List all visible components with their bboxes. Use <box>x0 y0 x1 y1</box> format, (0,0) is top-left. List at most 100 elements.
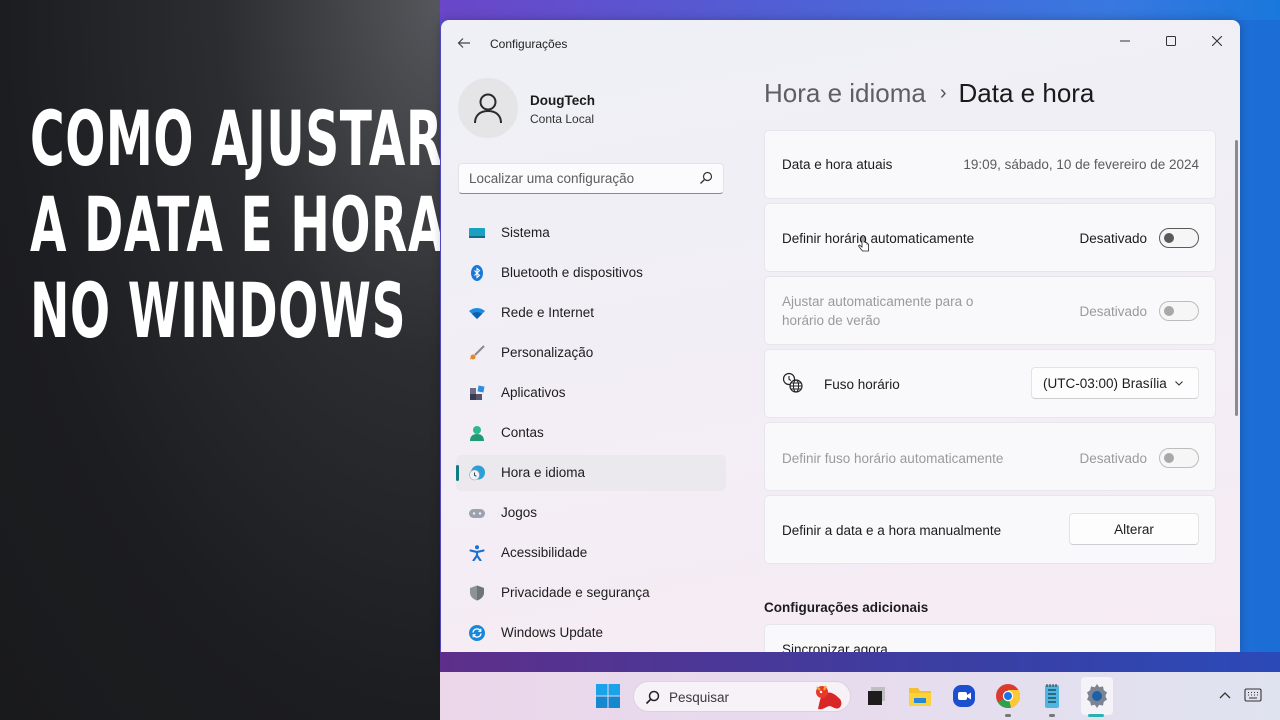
chrome-icon[interactable] <box>994 682 1022 710</box>
change-datetime-button[interactable]: Alterar <box>1069 513 1199 545</box>
sidebar-item-personalizacao[interactable]: Personalização <box>456 335 726 371</box>
dragon-highlight-icon <box>816 685 842 710</box>
keyboard-icon[interactable] <box>1244 688 1262 702</box>
title-bar: Configurações <box>441 20 1240 68</box>
breadcrumb: Hora e idioma › Data e hora <box>764 78 1094 114</box>
wifi-icon <box>469 308 485 319</box>
sidebar-item-label: Personalização <box>501 345 594 360</box>
notepad-icon[interactable] <box>1038 682 1066 710</box>
close-icon <box>1211 35 1223 47</box>
page-title: Data e hora <box>958 78 1095 108</box>
toggle-knob <box>1164 233 1174 243</box>
minimize-button[interactable] <box>1102 26 1148 56</box>
minimize-icon <box>1120 40 1130 42</box>
video-overlay-panel: COMO AJUSTAR A DATA E HORA NO WINDOWS <box>0 0 446 720</box>
auto-timezone-card: Definir fuso horário automaticamente Des… <box>764 422 1216 491</box>
taskbar-search[interactable]: Pesquisar <box>633 681 851 712</box>
search-input[interactable] <box>469 164 689 193</box>
manual-datetime-label: Definir a data e a hora manualmente <box>782 523 1002 538</box>
avatar <box>458 78 518 138</box>
update-icon <box>469 625 485 641</box>
accounts-icon <box>470 426 484 441</box>
settings-gear-icon[interactable] <box>1083 682 1111 710</box>
auto-time-label: Definir horário automaticamente <box>782 231 975 246</box>
sidebar-item-label: Privacidade e segurança <box>501 585 650 600</box>
running-indicator <box>1005 714 1011 717</box>
sidebar-item-aplicativos[interactable]: Aplicativos <box>456 375 726 411</box>
user-name: DougTech <box>530 93 595 108</box>
additional-settings-heading: Configurações adicionais <box>764 600 929 615</box>
accessibility-icon <box>469 545 485 561</box>
arrow-left-icon <box>457 38 470 48</box>
current-datetime-card: Data e hora atuais 19:09, sábado, 10 de … <box>764 130 1216 199</box>
auto-time-state: Desativado <box>1079 231 1147 246</box>
overlay-title: COMO AJUSTAR A DATA E HORA NO WINDOWS <box>30 94 446 355</box>
task-view-icon[interactable] <box>863 682 891 710</box>
overlay-title-line: COMO AJUSTAR <box>30 94 443 183</box>
sidebar-item-windows-update[interactable]: Windows Update <box>456 615 726 651</box>
sidebar-item-sistema[interactable]: Sistema <box>456 215 726 251</box>
auto-time-card: Definir horário automaticamente Desativa… <box>764 203 1216 272</box>
maximize-icon <box>1166 36 1176 46</box>
settings-window: Configurações DougTech Conta Local Siste… <box>441 20 1240 652</box>
sidebar-item-label: Aplicativos <box>501 385 566 400</box>
system-icon <box>469 228 485 238</box>
sidebar-item-rede[interactable]: Rede e Internet <box>456 295 726 331</box>
sidebar-item-label: Rede e Internet <box>501 305 595 320</box>
overlay-title-line: NO WINDOWS <box>30 266 407 355</box>
overlay-title-line: A DATA E HORA <box>30 180 446 269</box>
person-icon <box>474 93 502 124</box>
sidebar-item-label: Windows Update <box>501 625 604 640</box>
sync-now-card: Sincronizar agora <box>764 624 1216 652</box>
sidebar-item-label: Hora e idioma <box>501 465 586 480</box>
breadcrumb-parent[interactable]: Hora e idioma <box>764 78 926 108</box>
auto-timezone-toggle[interactable] <box>1159 448 1199 468</box>
sidebar-item-hora-idioma[interactable]: Hora e idioma <box>456 455 726 491</box>
apps-icon <box>470 385 485 400</box>
sidebar-item-label: Jogos <box>501 505 538 520</box>
search-icon[interactable] <box>699 171 713 185</box>
toggle-knob <box>1164 453 1174 463</box>
running-indicator <box>1049 714 1055 717</box>
dst-label-line2: horário de verão <box>782 313 881 328</box>
sidebar-item-privacidade[interactable]: Privacidade e segurança <box>456 575 726 611</box>
settings-content: Data e hora atuais 19:09, sábado, 10 de … <box>764 130 1216 652</box>
settings-search[interactable] <box>458 163 724 194</box>
mouse-cursor-icon <box>858 235 869 252</box>
current-datetime-label: Data e hora atuais <box>782 157 893 172</box>
chevron-down-icon <box>1175 381 1183 386</box>
sidebar-item-label: Contas <box>501 425 544 440</box>
sidebar-item-contas[interactable]: Contas <box>456 415 726 451</box>
meet-icon[interactable] <box>950 682 978 710</box>
timezone-dropdown[interactable]: (UTC-03:00) Brasília <box>1031 367 1199 399</box>
dst-card: Ajustar automaticamente para o horário d… <box>764 276 1216 345</box>
timezone-globe-icon <box>782 372 803 393</box>
search-icon <box>645 690 660 705</box>
shield-icon <box>470 585 484 601</box>
sidebar-item-label: Sistema <box>501 225 550 240</box>
toggle-knob <box>1164 306 1174 316</box>
back-button[interactable] <box>453 32 475 54</box>
sidebar-nav: Sistema Bluetooth e dispositivos Rede e … <box>456 215 726 652</box>
timezone-selected: (UTC-03:00) Brasília <box>1043 376 1167 391</box>
auto-time-toggle[interactable] <box>1159 228 1199 248</box>
file-explorer-icon[interactable] <box>906 682 934 710</box>
sidebar-item-jogos[interactable]: Jogos <box>456 495 726 531</box>
dst-state: Desativado <box>1079 304 1147 319</box>
user-profile[interactable]: DougTech Conta Local <box>458 78 728 140</box>
chevron-right-icon: › <box>939 82 947 104</box>
manual-datetime-card: Definir a data e a hora manualmente Alte… <box>764 495 1216 564</box>
sidebar-item-bluetooth[interactable]: Bluetooth e dispositivos <box>456 255 726 291</box>
close-button[interactable] <box>1194 26 1240 56</box>
sidebar-item-acessibilidade[interactable]: Acessibilidade <box>456 535 726 571</box>
dst-label-line1: Ajustar automaticamente para o <box>782 294 974 309</box>
auto-timezone-state: Desativado <box>1079 451 1147 466</box>
scrollbar-thumb[interactable] <box>1235 140 1238 416</box>
dst-toggle[interactable] <box>1159 301 1199 321</box>
windows-start-icon[interactable] <box>594 682 622 710</box>
gamepad-icon <box>469 509 485 518</box>
chevron-up-icon[interactable] <box>1218 690 1232 700</box>
time-language-icon <box>469 465 485 481</box>
timezone-card: Fuso horário (UTC-03:00) Brasília <box>764 349 1216 418</box>
maximize-button[interactable] <box>1148 26 1194 56</box>
